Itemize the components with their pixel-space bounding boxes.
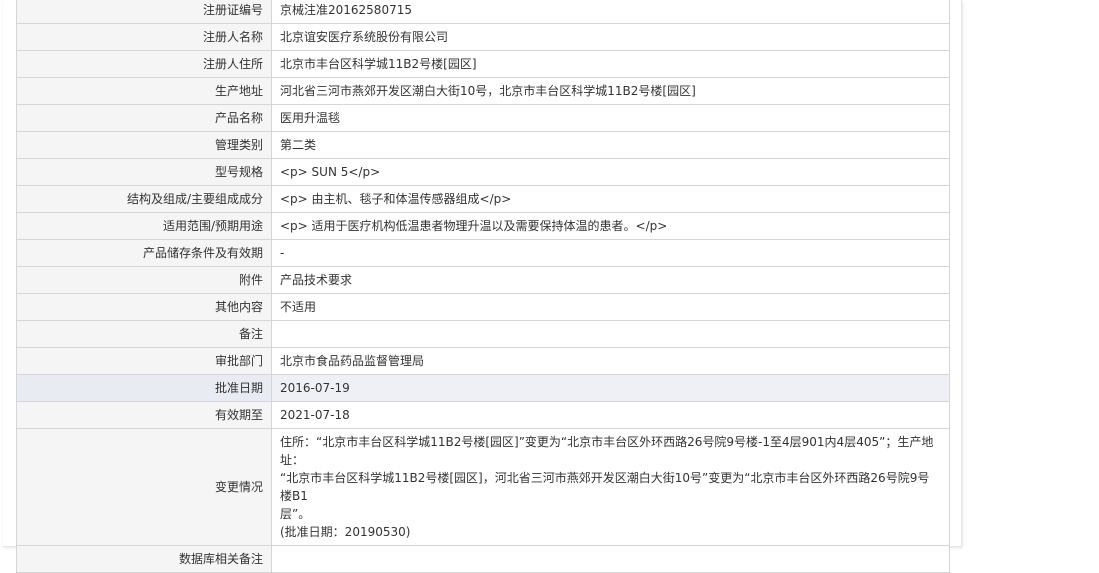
- field-label: 注册证编号: [16, 0, 272, 24]
- field-value: [271, 320, 950, 348]
- field-label: 有效期至: [16, 401, 272, 429]
- field-label: 附件: [16, 266, 272, 294]
- row-remarks: 备注: [16, 320, 950, 348]
- field-value: 北京谊安医疗系统股份有限公司: [271, 23, 950, 51]
- field-label: 数据库相关备注: [16, 545, 272, 573]
- field-label: 产品储存条件及有效期: [16, 239, 272, 267]
- row-registrant-address: 注册人住所 北京市丰台区科学城11B2号楼[园区]: [16, 50, 950, 78]
- field-label: 注册人住所: [16, 50, 272, 78]
- row-attachment: 附件 产品技术要求: [16, 266, 950, 294]
- field-value: -: [271, 239, 950, 267]
- field-value: 第二类: [271, 131, 950, 159]
- change-line: “北京市丰台区科学城11B2号楼[园区]，河北省三河市燕郊开发区潮白大街10号”…: [280, 471, 930, 503]
- change-approval-date: (批准日期：20190530): [280, 525, 411, 539]
- row-production-address: 生产地址 河北省三河市燕郊开发区潮白大街10号，北京市丰台区科学城11B2号楼[…: [16, 77, 950, 105]
- field-value: 2016-07-19: [271, 374, 950, 402]
- row-change-history: 变更情况 住所：“北京市丰台区科学城11B2号楼[园区]”变更为“北京市丰台区外…: [16, 428, 950, 546]
- field-value: 住所：“北京市丰台区科学城11B2号楼[园区]”变更为“北京市丰台区外环西路26…: [271, 428, 950, 546]
- field-label: 审批部门: [16, 347, 272, 375]
- row-other-content: 其他内容 不适用: [16, 293, 950, 321]
- row-product-name: 产品名称 医用升温毯: [16, 104, 950, 132]
- field-label: 生产地址: [16, 77, 272, 105]
- field-label: 管理类别: [16, 131, 272, 159]
- change-line: 层”。: [280, 507, 311, 521]
- field-value: <p> 适用于医疗机构低温患者物理升温以及需要保持体温的患者。</p>: [271, 212, 950, 240]
- field-label: 注册人名称: [16, 23, 272, 51]
- field-label: 备注: [16, 320, 272, 348]
- field-label: 变更情况: [16, 428, 272, 546]
- field-value: <p> SUN 5</p>: [271, 158, 950, 186]
- field-value: 产品技术要求: [271, 266, 950, 294]
- field-label: 结构及组成/主要组成成分: [16, 185, 272, 213]
- field-value: [271, 545, 950, 573]
- field-label: 批准日期: [16, 374, 272, 402]
- row-registration-number: 注册证编号 京械注准20162580715: [16, 0, 950, 24]
- field-value: 医用升温毯: [271, 104, 950, 132]
- field-value: 京械注准20162580715: [271, 0, 950, 24]
- field-value: <p> 由主机、毯子和体温传感器组成</p>: [271, 185, 950, 213]
- row-model-spec: 型号规格 <p> SUN 5</p>: [16, 158, 950, 186]
- row-registrant-name: 注册人名称 北京谊安医疗系统股份有限公司: [16, 23, 950, 51]
- row-database-remarks: 数据库相关备注: [16, 545, 950, 573]
- field-value: 2021-07-18: [271, 401, 950, 429]
- change-line: 住所：“北京市丰台区科学城11B2号楼[园区]”变更为“北京市丰台区外环西路26…: [280, 435, 934, 467]
- row-intended-use: 适用范围/预期用途 <p> 适用于医疗机构低温患者物理升温以及需要保持体温的患者…: [16, 212, 950, 240]
- registration-detail-table: 注册证编号 京械注准20162580715 注册人名称 北京谊安医疗系统股份有限…: [16, 0, 950, 573]
- field-label: 型号规格: [16, 158, 272, 186]
- detail-panel: 注册证编号 京械注准20162580715 注册人名称 北京谊安医疗系统股份有限…: [3, 0, 962, 573]
- field-label: 产品名称: [16, 104, 272, 132]
- row-storage-conditions: 产品储存条件及有效期 -: [16, 239, 950, 267]
- row-approval-department: 审批部门 北京市食品药品监督管理局: [16, 347, 950, 375]
- row-valid-until: 有效期至 2021-07-18: [16, 401, 950, 429]
- field-label: 适用范围/预期用途: [16, 212, 272, 240]
- row-approval-date: 批准日期 2016-07-19: [16, 374, 950, 402]
- field-label: 其他内容: [16, 293, 272, 321]
- field-value: 河北省三河市燕郊开发区潮白大街10号，北京市丰台区科学城11B2号楼[园区]: [271, 77, 950, 105]
- field-value: 不适用: [271, 293, 950, 321]
- row-structure-composition: 结构及组成/主要组成成分 <p> 由主机、毯子和体温传感器组成</p>: [16, 185, 950, 213]
- field-value: 北京市丰台区科学城11B2号楼[园区]: [271, 50, 950, 78]
- row-management-category: 管理类别 第二类: [16, 131, 950, 159]
- field-value: 北京市食品药品监督管理局: [271, 347, 950, 375]
